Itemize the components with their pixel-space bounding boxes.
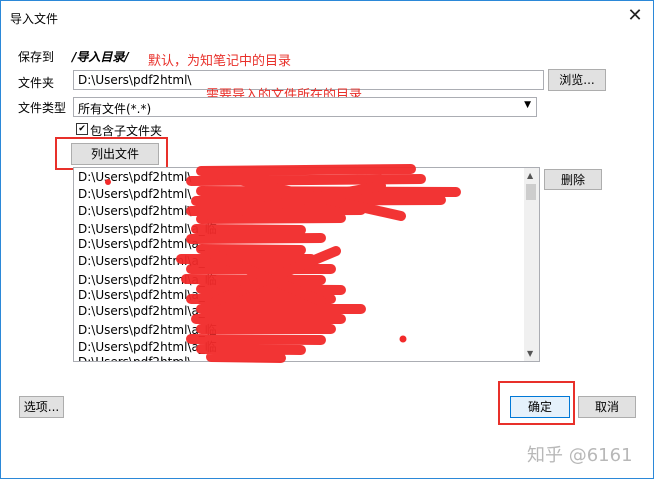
highlight-ok xyxy=(498,381,575,425)
cancel-button[interactable]: 取消 xyxy=(578,396,636,418)
options-button[interactable]: 选项... xyxy=(19,396,64,418)
import-file-dialog: 导入文件 ✕ 保存到 /导入目录/ 默认，为知笔记中的目录 文件夹 D:\Use… xyxy=(0,0,654,479)
watermark-text: 知乎 @6161 xyxy=(527,445,633,466)
